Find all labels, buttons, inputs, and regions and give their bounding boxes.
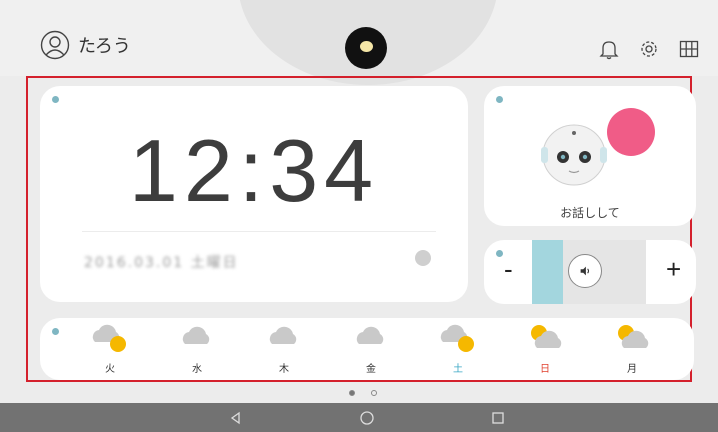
cloud-icon <box>356 326 384 344</box>
weather-day-label: 金 <box>366 364 376 375</box>
top-bar: たろう <box>0 0 718 85</box>
android-nav-bar <box>0 403 718 432</box>
page-dot[interactable] <box>349 390 355 396</box>
talk-label: お話しして <box>560 206 620 220</box>
user-profile[interactable]: たろう <box>40 30 131 60</box>
sun-cloud-icon <box>531 325 562 348</box>
weather-day[interactable]: 日 <box>520 320 570 376</box>
weather-day-label: 火 <box>105 364 115 375</box>
back-icon[interactable] <box>228 410 244 426</box>
card-dot <box>496 96 503 103</box>
speaker-icon[interactable] <box>568 254 602 288</box>
weather-day-label: 土 <box>453 364 463 375</box>
weather-day-label: 日 <box>540 364 550 375</box>
weather-day[interactable]: 木 <box>259 320 309 376</box>
weather-day-label: 月 <box>627 364 637 375</box>
weather-card[interactable]: 火水木金土日月 <box>40 318 694 380</box>
volume-card: - + <box>484 240 696 304</box>
volume-up-button[interactable]: + <box>666 254 681 285</box>
robot-face-icon <box>541 124 607 186</box>
gear-icon[interactable] <box>638 38 660 60</box>
cloud-sun-icon <box>440 324 474 352</box>
talk-card[interactable]: お話しして <box>484 86 696 226</box>
weather-day-label: 水 <box>192 364 202 375</box>
weather-day[interactable]: 土 <box>433 320 483 376</box>
weather-day-label: 木 <box>279 364 289 375</box>
recents-icon[interactable] <box>490 410 506 426</box>
weather-day[interactable]: 金 <box>346 320 396 376</box>
clock-card[interactable]: 12:34 2016.03.01 土曜日 <box>40 86 468 302</box>
cloud-icon <box>269 326 297 344</box>
clock-date: 2016.03.01 土曜日 <box>84 255 239 271</box>
calendar-icon <box>415 250 431 266</box>
clock-time: 12:34 <box>128 121 380 220</box>
bell-icon[interactable] <box>598 38 620 60</box>
speech-bubble-icon <box>607 108 655 156</box>
grid-icon[interactable] <box>678 38 700 60</box>
weather-day[interactable]: 水 <box>172 320 222 376</box>
home-icon[interactable] <box>359 410 375 426</box>
cloud-sun-icon <box>92 324 126 352</box>
cloud-icon <box>182 326 210 344</box>
volume-fill <box>532 240 563 304</box>
weather-day[interactable]: 月 <box>607 320 657 376</box>
user-icon <box>40 30 70 60</box>
page-indicator <box>349 390 377 396</box>
card-dot <box>52 328 59 335</box>
card-dot <box>52 96 59 103</box>
robot-logo-icon[interactable] <box>345 27 387 69</box>
top-icons <box>598 38 700 60</box>
divider <box>82 231 436 232</box>
page-dot[interactable] <box>371 390 377 396</box>
volume-slider[interactable] <box>532 240 646 304</box>
weather-day[interactable]: 火 <box>85 320 135 376</box>
volume-down-button[interactable]: - <box>504 254 513 285</box>
sun-cloud-icon <box>618 325 649 348</box>
username: たろう <box>78 36 131 57</box>
card-dot <box>496 250 503 257</box>
